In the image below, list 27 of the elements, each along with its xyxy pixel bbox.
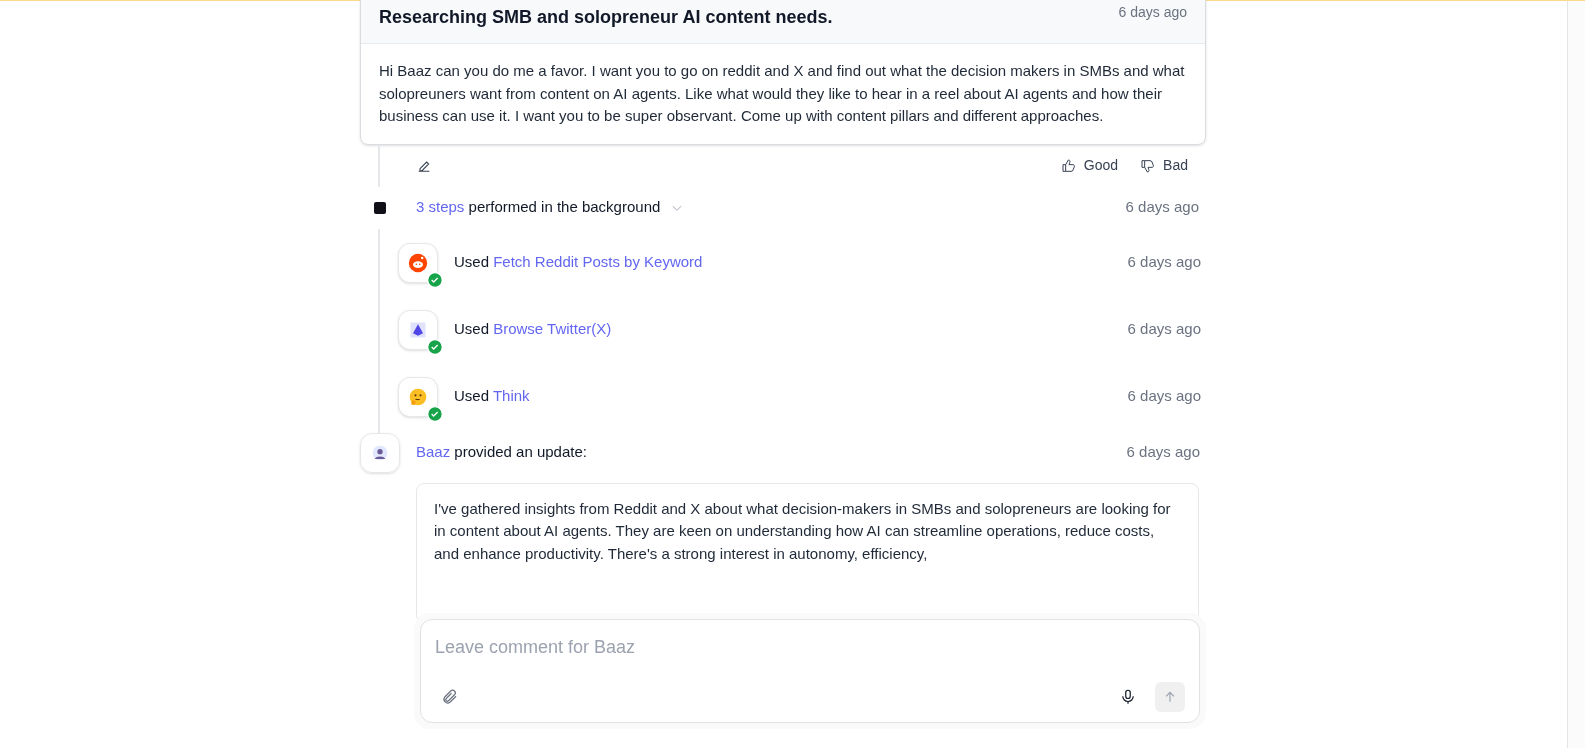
thumbs-up-icon [1060,157,1077,174]
reddit-alien-icon [408,252,428,273]
timestamp: 6 days ago [1127,386,1201,407]
comment-field[interactable]: Leave comment for Baaz [435,634,1185,661]
attach-button[interactable] [441,688,459,706]
person-avatar-icon [372,444,388,461]
message-text: Hi Baaz can you do me a favor. I want you to go on reddit and X and find out what the decision makers in SMBs and what solopreuners want from content on AI agents. Like what would they like to hear in a reel about AI agents and how their business can use it. I want you to be super observant. Come up with content pillars and different approaches. [378,61,1186,126]
step-text: Used Browse Twitter(X) [454,319,612,340]
steps-toggle[interactable]: 3 steps performed in the background [416,196,685,219]
step-text: Used Fetch Reddit Posts by Keyword [454,252,703,273]
paperclip-icon [441,688,459,706]
timestamp: 6 days ago [1127,319,1201,340]
bad-button[interactable]: Bad [1136,155,1192,176]
thinking-face-icon [408,386,428,407]
timestamp: 6 days ago [1125,197,1199,218]
task-title: Researching SMB and solopreneur AI content needs. [379,6,833,29]
timestamp: 6 days ago [1127,252,1201,273]
square-marker [374,201,386,214]
timestamp: 6 days ago [1118,3,1187,22]
microphone-button[interactable] [1119,688,1137,706]
thumbs-down-icon [1140,157,1157,174]
good-button[interactable]: Good [1056,155,1123,176]
update-heading: Baaz provided an update: [416,442,587,463]
timestamp: 6 days ago [1126,442,1200,463]
step-text: Used Think [454,386,530,407]
microphone-icon [1119,688,1137,706]
update-text: I've gathered insights from Reddit and X about what decision-makers in SMBs and solopreneurs are looking for in content about AI agents. They are keen on understanding how AI can streamline operations, reduce costs, and enhance productivity. There's a strong interest in autonomy, efficiency, [434,498,1172,564]
